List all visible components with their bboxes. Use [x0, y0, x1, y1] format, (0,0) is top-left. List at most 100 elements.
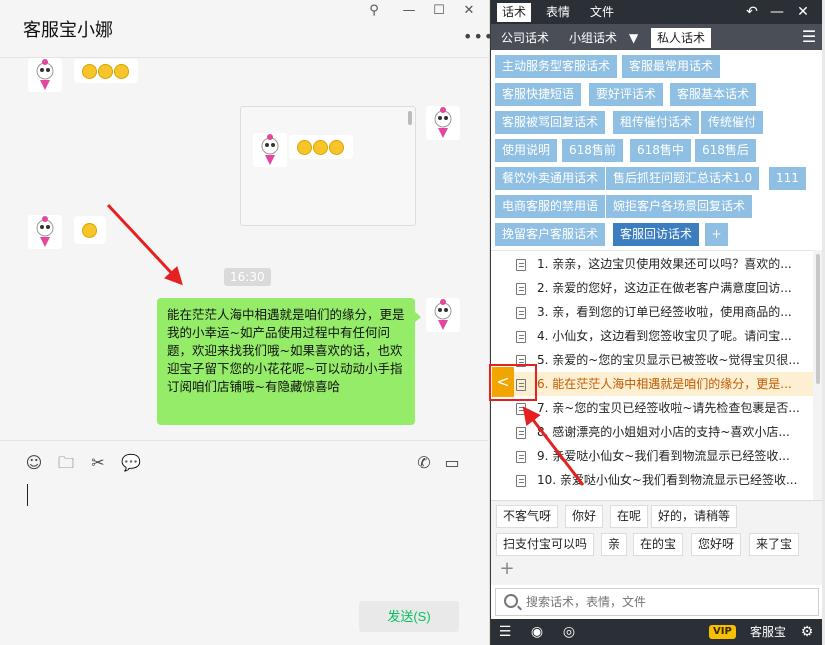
message-list[interactable]: 16:30 能在茫茫人海中相遇就是咱们的缘分，更是我的小幸运~如产品使用过程中有…: [0, 58, 490, 438]
emoji-icon[interactable]: ☺: [24, 453, 44, 473]
category-button-active[interactable]: 客服回访话术: [613, 223, 700, 246]
minimize-icon[interactable]: —: [767, 2, 787, 22]
category-button[interactable]: 主动服务型客服话术: [495, 55, 618, 78]
category-button[interactable]: 租传催付话术: [613, 111, 700, 134]
script-item[interactable]: 1. 亲亲，这边宝贝使用效果还可以吗？喜欢的...: [491, 252, 813, 276]
tab-private-scripts[interactable]: 私人话术: [651, 28, 712, 48]
tab-group-scripts[interactable]: 小组话术: [563, 28, 623, 48]
script-item[interactable]: 9. 亲爱哒小仙女~我们看到物流显示已经签收...: [491, 444, 813, 468]
add-category-button[interactable]: +: [705, 223, 728, 246]
compose-area[interactable]: ☺ 🗀 ✂ 💬 ✆ ▭ 发送(S): [0, 440, 490, 645]
tab-company-scripts[interactable]: 公司话术: [495, 28, 555, 48]
sent-message-bubble[interactable]: 能在茫茫人海中相遇就是咱们的缘分，更是我的小幸运~如产品使用过程中有任何问题，欢…: [157, 298, 421, 425]
quote-scrollbar[interactable]: [408, 111, 412, 125]
contact-avatar[interactable]: [28, 58, 62, 92]
category-button[interactable]: 客服被骂回复话术: [495, 111, 606, 134]
phone-icon[interactable]: ✆: [414, 453, 434, 473]
category-button[interactable]: 客服基本话术: [670, 83, 757, 106]
settings-icon[interactable]: ⚙: [797, 622, 817, 642]
close-icon[interactable]: ✕: [793, 2, 813, 22]
vip-badge[interactable]: VIP: [709, 625, 736, 639]
grin-emoji-icon: [297, 139, 312, 155]
annotation-highlight-box: [489, 364, 537, 401]
search-input[interactable]: [526, 593, 806, 611]
document-icon: [516, 475, 526, 487]
category-button[interactable]: 618售中: [630, 139, 691, 162]
list-icon[interactable]: ☰: [495, 622, 515, 642]
category-button[interactable]: 售后抓狂问题汇总话术1.0: [606, 167, 760, 190]
tab-scripts[interactable]: 话术: [497, 3, 532, 22]
eye-icon[interactable]: ◉: [527, 622, 547, 642]
self-avatar[interactable]: [426, 298, 460, 332]
scissors-icon[interactable]: ✂: [88, 453, 108, 473]
add-phrase-button[interactable]: +: [499, 560, 515, 578]
close-icon[interactable]: ✕: [458, 2, 480, 20]
quick-phrase[interactable]: 亲: [601, 533, 628, 556]
scrollbar-thumb[interactable]: [816, 254, 820, 384]
eye-outline-icon[interactable]: ◎: [559, 622, 579, 642]
quick-phrase[interactable]: 你好: [565, 505, 604, 528]
panel-top-bar: 话术 表情 文件 ↶ — ✕: [491, 0, 823, 24]
self-avatar[interactable]: [426, 106, 460, 140]
quick-phrases: 不客气呀 你好 在呢 好的，请稍等 扫支付宝可以吗 亲 在的宝 您好呀 来了宝 …: [491, 500, 823, 585]
chat-title: 客服宝小娜: [23, 20, 113, 41]
script-item[interactable]: 4. 小仙女，这边看到您签收宝贝了呢。请问宝...: [491, 324, 813, 348]
script-item-selected[interactable]: 6. 能在茫茫人海中相遇就是咱们的缘分，更是...: [491, 372, 813, 396]
chat-header: 客服宝小娜 ⚲ — ☐ ✕ •••: [0, 0, 493, 58]
pin-icon[interactable]: ⚲: [363, 2, 385, 20]
script-item[interactable]: 10. 亲爱哒小仙女~我们看到物流显示已经签收...: [491, 468, 813, 492]
maximize-icon[interactable]: ☐: [428, 2, 450, 20]
tab-emoji[interactable]: 表情: [541, 3, 575, 22]
category-button[interactable]: 使用说明: [495, 139, 558, 162]
contact-avatar: [253, 133, 287, 167]
quick-phrase[interactable]: 在呢: [610, 505, 649, 528]
document-icon: [516, 451, 526, 463]
grin-emoji-icon: [82, 63, 97, 79]
timestamp: 16:30: [224, 268, 271, 286]
folder-icon[interactable]: 🗀: [56, 453, 76, 473]
category-button[interactable]: 传统催付: [701, 111, 764, 134]
document-icon: [516, 307, 526, 319]
script-item[interactable]: 2. 亲爱的您好，这边正在做老客户满意度回访...: [491, 276, 813, 300]
category-button[interactable]: 618售后: [695, 139, 756, 162]
chat-window: 客服宝小娜 ⚲ — ☐ ✕ ••• 16:30 能在茫茫人海中相遇就是咱们的缘分…: [0, 0, 493, 645]
minimize-icon[interactable]: —: [398, 2, 420, 20]
emoji-message: [289, 135, 353, 159]
category-button[interactable]: 618售前: [562, 139, 623, 162]
menu-icon[interactable]: ☰: [799, 27, 819, 47]
brand-name: 客服宝: [750, 625, 787, 639]
quick-phrase[interactable]: 在的宝: [633, 533, 684, 556]
crying-emoji-icon: [82, 222, 97, 238]
undo-icon[interactable]: ↶: [742, 2, 762, 22]
category-button[interactable]: 餐饮外卖通用话术: [495, 167, 606, 190]
script-list[interactable]: 1. 亲亲，这边宝贝使用效果还可以吗？喜欢的... 2. 亲爱的您好，这边正在做…: [491, 250, 813, 500]
document-icon: [516, 427, 526, 439]
script-item[interactable]: 8. 感谢漂亮的小姐姐对小店的支持~喜欢小店...: [491, 420, 813, 444]
script-item[interactable]: 3. 亲，看到您的订单已经签收啦，使用商品的...: [491, 300, 813, 324]
chat-bubble-icon[interactable]: 💬: [121, 453, 141, 473]
video-icon[interactable]: ▭: [442, 453, 462, 473]
category-button[interactable]: 客服快捷短语: [495, 83, 582, 106]
quick-phrase[interactable]: 好的，请稍等: [651, 505, 738, 528]
category-button[interactable]: 电商客服的禁用语: [495, 195, 606, 218]
contact-avatar[interactable]: [28, 215, 62, 249]
search-box[interactable]: [495, 588, 819, 616]
chevron-down-icon[interactable]: ▼: [623, 28, 644, 48]
script-item[interactable]: 7. 亲~您的宝贝已经签收啦~请先检查包裹是否...: [491, 396, 813, 420]
category-button[interactable]: 婉拒客户各场景回复话术: [606, 195, 753, 218]
script-item[interactable]: 5. 亲爱的~您的宝贝显示已被签收~觉得宝贝很...: [491, 348, 813, 372]
quick-phrase[interactable]: 扫支付宝可以吗: [496, 533, 595, 556]
tab-files[interactable]: 文件: [585, 3, 619, 22]
send-button[interactable]: 发送(S): [359, 601, 459, 632]
quick-phrase[interactable]: 来了宝: [749, 533, 800, 556]
text-cursor: [27, 484, 28, 506]
category-button[interactable]: 挽留客户客服话术: [495, 223, 606, 246]
quick-phrase[interactable]: 您好呀: [691, 533, 742, 556]
category-button[interactable]: 111: [769, 167, 806, 190]
category-button[interactable]: 要好评话术: [589, 83, 664, 106]
category-button[interactable]: 客服最常用话术: [622, 55, 721, 78]
quick-phrase[interactable]: 不客气呀: [496, 505, 559, 528]
quoted-message-card[interactable]: [240, 106, 416, 226]
emoji-message: [74, 59, 138, 83]
tongue-emoji-icon: [329, 139, 344, 155]
